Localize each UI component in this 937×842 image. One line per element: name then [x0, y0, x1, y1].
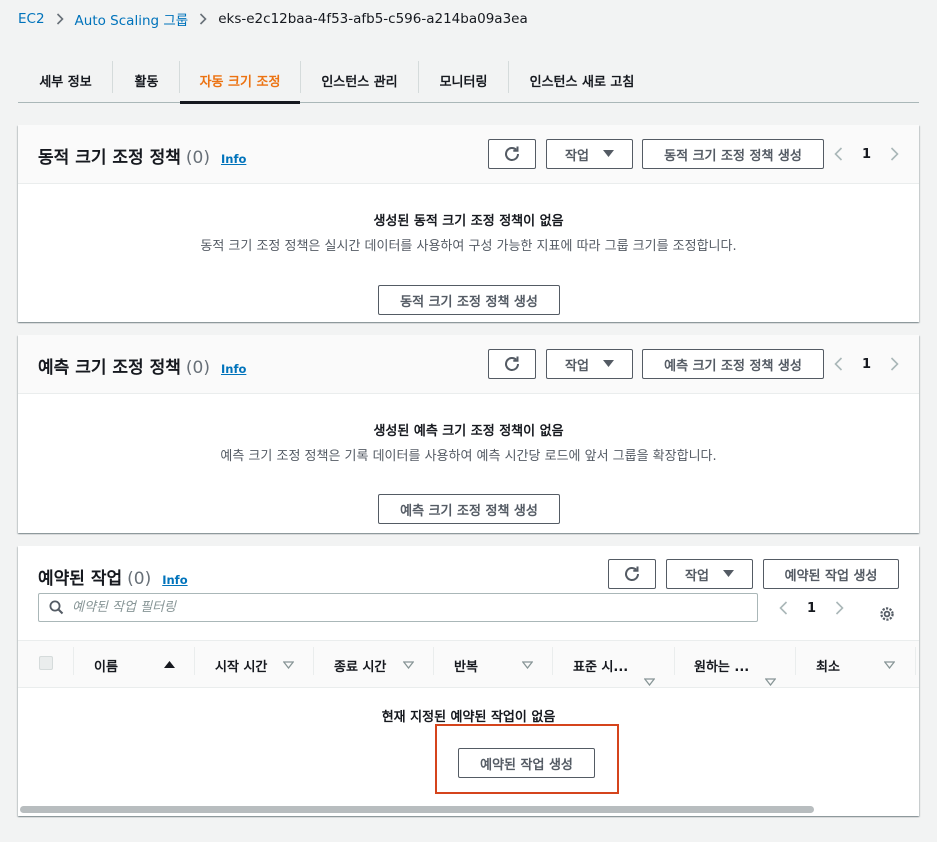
create-predictive-policy-empty-button[interactable]: 예측 크기 조정 정책 생성 — [378, 494, 560, 524]
chevron-left-icon[interactable] — [834, 147, 843, 161]
column-divider — [73, 647, 74, 675]
card-title: 예측 크기 조정 정책 (0) Info — [38, 353, 246, 378]
refresh-icon — [623, 565, 641, 583]
actions-label: 작업 — [565, 148, 589, 164]
chevron-right-icon — [56, 13, 64, 25]
card-header: 예측 크기 조정 정책 (0) Info 작업 예측 크기 조정 정책 생성 1 — [18, 335, 919, 394]
create-scheduled-action-empty-button[interactable]: 예약된 작업 생성 — [458, 748, 595, 778]
settings-gear-icon[interactable] — [878, 605, 896, 623]
refresh-button[interactable] — [488, 349, 536, 379]
sort-desc-icon[interactable] — [884, 661, 895, 669]
actions-dropdown[interactable]: 작업 — [546, 349, 633, 379]
sort-desc-icon[interactable] — [765, 678, 776, 686]
create-dynamic-policy-empty-button[interactable]: 동적 크기 조정 정책 생성 — [378, 285, 560, 315]
actions-dropdown[interactable]: 작업 — [546, 139, 633, 169]
actions-label: 작업 — [565, 358, 589, 374]
info-link[interactable]: Info — [221, 152, 246, 166]
column-divider — [552, 647, 553, 675]
filter-input[interactable] — [72, 600, 712, 615]
page-number[interactable]: 1 — [862, 147, 871, 162]
column-divider — [313, 647, 314, 675]
refresh-button[interactable] — [488, 139, 536, 169]
empty-state-title: 생성된 예측 크기 조정 정책이 없음 — [373, 424, 564, 439]
tab-details[interactable]: 세부 정보 — [18, 57, 113, 103]
create-scheduled-action-button[interactable]: 예약된 작업 생성 — [763, 559, 899, 589]
info-link[interactable]: Info — [221, 362, 246, 376]
search-icon — [49, 600, 64, 615]
column-header-recurrence[interactable]: 반복 — [454, 641, 478, 689]
actions-dropdown[interactable]: 작업 — [666, 559, 753, 589]
empty-state-title: 생성된 동적 크기 조정 정책이 없음 — [373, 214, 564, 229]
filter-input-container[interactable] — [38, 593, 758, 622]
column-header-timezone[interactable]: 표준 시... — [573, 641, 628, 689]
empty-state-description: 동적 크기 조정 정책은 실시간 데이터를 사용하여 구성 가능한 지표에 따라… — [200, 239, 737, 254]
card-title-text: 동적 크기 조정 정책 — [38, 148, 181, 168]
card-count: (0) — [185, 358, 210, 378]
refresh-icon — [503, 355, 521, 373]
chevron-right-icon[interactable] — [835, 601, 844, 615]
empty-state-title: 현재 지정된 예약된 작업이 없음 — [381, 710, 556, 725]
select-all-checkbox[interactable] — [39, 656, 53, 670]
column-divider — [433, 647, 434, 675]
create-predictive-policy-button[interactable]: 예측 크기 조정 정책 생성 — [642, 349, 824, 379]
column-divider — [915, 647, 916, 675]
page-number[interactable]: 1 — [807, 601, 816, 616]
card-title-text: 예측 크기 조정 정책 — [38, 358, 181, 378]
tab-instance-management[interactable]: 인스턴스 관리 — [301, 57, 418, 103]
actions-label: 작업 — [685, 568, 709, 584]
card-title: 동적 크기 조정 정책 (0) Info — [38, 143, 246, 168]
caret-down-icon — [602, 360, 614, 368]
info-link[interactable]: Info — [162, 573, 187, 587]
create-dynamic-policy-button[interactable]: 동적 크기 조정 정책 생성 — [642, 139, 824, 169]
column-header-end-time[interactable]: 종료 시간 — [334, 641, 386, 689]
chevron-left-icon[interactable] — [834, 357, 843, 371]
dynamic-scaling-card: 동적 크기 조정 정책 (0) Info 작업 동적 크기 조정 정책 생성 1… — [18, 125, 919, 322]
tab-auto-scaling[interactable]: 자동 크기 조정 — [180, 57, 300, 104]
sort-asc-icon[interactable] — [164, 660, 175, 668]
pagination: 1 — [779, 593, 844, 623]
column-header-start-time[interactable]: 시작 시간 — [215, 641, 267, 689]
sort-desc-icon[interactable] — [283, 661, 294, 669]
breadcrumb-ec2-link[interactable]: EC2 — [18, 11, 45, 27]
tab-instance-refresh[interactable]: 인스턴스 새로 고침 — [509, 57, 655, 103]
column-header-min[interactable]: 최소 — [816, 641, 840, 689]
chevron-right-icon[interactable] — [890, 147, 899, 161]
column-divider — [795, 647, 796, 675]
sort-desc-icon[interactable] — [522, 661, 533, 669]
card-count: (0) — [185, 148, 210, 168]
empty-state-description: 예측 크기 조정 정책은 기록 데이터를 사용하여 예측 시간당 로드에 앞서 … — [220, 449, 717, 464]
card-title-text: 예약된 작업 — [38, 569, 123, 589]
refresh-button[interactable] — [608, 559, 656, 589]
scheduled-actions-card: 예약된 작업 (0) Info 작업 예약된 작업 생성 1 이름 시작 시간 … — [18, 546, 919, 816]
sort-desc-icon[interactable] — [644, 678, 655, 686]
predictive-scaling-card: 예측 크기 조정 정책 (0) Info 작업 예측 크기 조정 정책 생성 1… — [18, 335, 919, 533]
breadcrumb: EC2 Auto Scaling 그룹 eks-e2c12baa-4f53-af… — [18, 9, 528, 29]
card-title: 예약된 작업 (0) Info — [38, 564, 188, 589]
card-header: 동적 크기 조정 정책 (0) Info 작업 동적 크기 조정 정책 생성 1 — [18, 125, 919, 184]
card-count: (0) — [127, 569, 152, 589]
breadcrumb-current: eks-e2c12baa-4f53-afb5-c596-a214ba09a3ea — [218, 11, 528, 27]
chevron-right-icon — [199, 13, 207, 25]
refresh-icon — [503, 145, 521, 163]
column-divider — [194, 647, 195, 675]
pagination: 1 — [834, 349, 899, 379]
sort-desc-icon[interactable] — [403, 661, 414, 669]
page-number[interactable]: 1 — [862, 357, 871, 372]
column-divider — [674, 647, 675, 675]
breadcrumb-asg-link[interactable]: Auto Scaling 그룹 — [75, 9, 189, 29]
table-header: 이름 시작 시간 종료 시간 반복 표준 시... 원하는 ... 최소 — [18, 640, 919, 688]
chevron-right-icon[interactable] — [890, 357, 899, 371]
column-header-desired[interactable]: 원하는 ... — [694, 641, 749, 689]
tab-monitoring[interactable]: 모니터링 — [419, 57, 508, 103]
tab-activity[interactable]: 활동 — [113, 57, 180, 103]
column-header-name[interactable]: 이름 — [94, 641, 118, 689]
chevron-left-icon[interactable] — [779, 601, 788, 615]
caret-down-icon — [722, 570, 734, 578]
pagination: 1 — [834, 139, 899, 169]
caret-down-icon — [602, 150, 614, 158]
horizontal-scrollbar[interactable] — [20, 806, 814, 813]
tab-bar: 세부 정보 활동 자동 크기 조정 인스턴스 관리 모니터링 인스턴스 새로 고… — [18, 57, 919, 104]
